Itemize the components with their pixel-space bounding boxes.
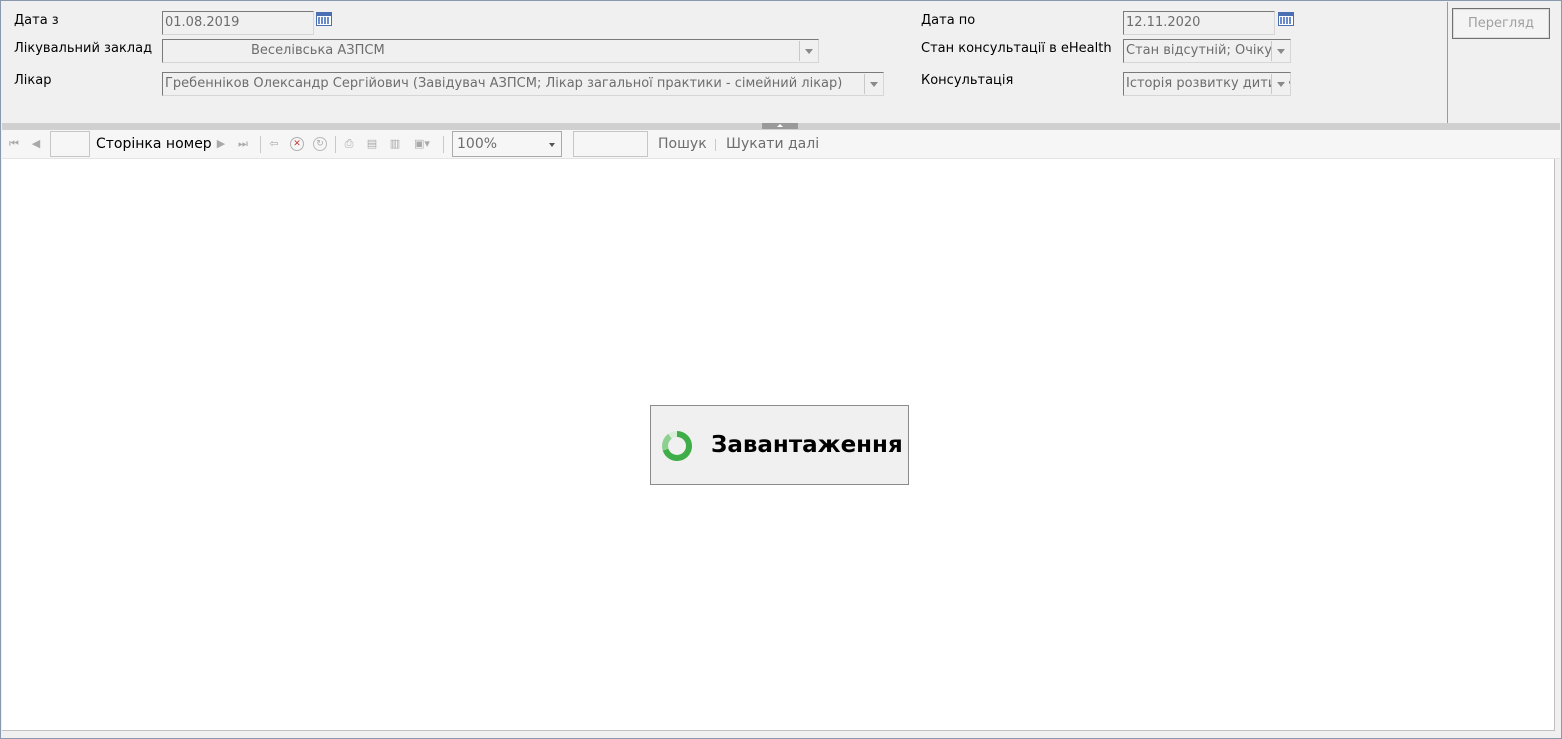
report-window: Дата з 01.08.2019 Лікувальний заклад Вес… — [0, 0, 1562, 739]
view-report-button[interactable]: Перегляд — [1452, 8, 1550, 39]
ehealth-status-value: Стан відсутній; Очікує — [1126, 43, 1280, 58]
toolbar-separator — [260, 136, 261, 153]
collapse-handle-icon[interactable] — [762, 123, 798, 129]
consultation-value: Історія розвитку дитини — [1126, 76, 1291, 91]
find-next-link[interactable]: Шукати далі — [726, 136, 819, 152]
consultation-combo[interactable]: Історія розвитку дитини — [1123, 72, 1291, 96]
calendar-icon[interactable] — [316, 12, 332, 26]
prev-page-icon[interactable]: ◀ — [29, 137, 43, 151]
search-link[interactable]: Пошук — [658, 136, 707, 152]
next-page-icon[interactable]: ▶ — [214, 137, 228, 151]
date-from-label: Дата з — [14, 13, 59, 28]
date-to-label: Дата по — [921, 13, 976, 28]
report-viewer: Завантаження — [2, 159, 1555, 731]
page-setup-icon[interactable]: ▥ — [388, 137, 402, 151]
ehealth-status-combo[interactable]: Стан відсутній; Очікує — [1123, 39, 1291, 63]
doctor-label: Лікар — [14, 73, 52, 88]
facility-combo[interactable]: Веселівська АЗПСМ — [162, 39, 819, 63]
zoom-select[interactable]: 100% — [452, 131, 562, 157]
toolbar-separator — [443, 136, 444, 153]
loading-indicator: Завантаження — [650, 405, 909, 485]
page-number-input[interactable] — [50, 131, 90, 157]
calendar-icon[interactable] — [1278, 12, 1294, 26]
loading-text: Завантаження — [711, 432, 903, 458]
export-icon[interactable]: ▣▾ — [411, 137, 433, 151]
report-toolbar: ⏮ ◀ Сторінка номер ▶ ⏭ ⇦ ✕ ↻ ⎙ ▤ ▥ ▣▾ 10… — [2, 130, 1560, 159]
chevron-down-icon[interactable] — [1271, 74, 1289, 94]
date-to-field[interactable]: 12.11.2020 — [1123, 11, 1275, 35]
last-page-icon[interactable]: ⏭ — [236, 137, 250, 151]
doctor-value: Гребенніков Олександр Сергійович (Завіду… — [165, 76, 843, 91]
loading-spinner-icon — [662, 431, 692, 461]
stop-icon[interactable]: ✕ — [290, 137, 304, 151]
first-page-icon[interactable]: ⏮ — [7, 137, 21, 151]
panel-splitter[interactable] — [2, 123, 1560, 130]
chevron-down-icon[interactable] — [799, 41, 817, 61]
facility-label: Лікувальний заклад — [14, 41, 153, 56]
parameters-panel: Дата з 01.08.2019 Лікувальний заклад Вес… — [2, 2, 1446, 123]
toolbar-separator — [335, 136, 336, 153]
consultation-label: Консультація — [921, 73, 1014, 88]
toolbar-separator — [715, 139, 716, 151]
back-icon[interactable]: ⇦ — [267, 137, 281, 151]
page-number-label: Сторінка номер — [96, 136, 212, 152]
ehealth-status-label: Стан консультації в eHealth — [921, 41, 1112, 56]
facility-value: Веселівська АЗПСМ — [251, 43, 385, 58]
chevron-down-icon[interactable] — [864, 74, 882, 94]
search-input[interactable] — [573, 131, 648, 157]
refresh-icon[interactable]: ↻ — [313, 137, 327, 151]
doctor-combo[interactable]: Гребенніков Олександр Сергійович (Завіду… — [162, 72, 884, 96]
print-icon[interactable]: ⎙ — [342, 137, 356, 151]
chevron-down-icon[interactable] — [1271, 41, 1289, 61]
print-layout-icon[interactable]: ▤ — [365, 137, 379, 151]
date-from-field[interactable]: 01.08.2019 — [162, 11, 314, 35]
